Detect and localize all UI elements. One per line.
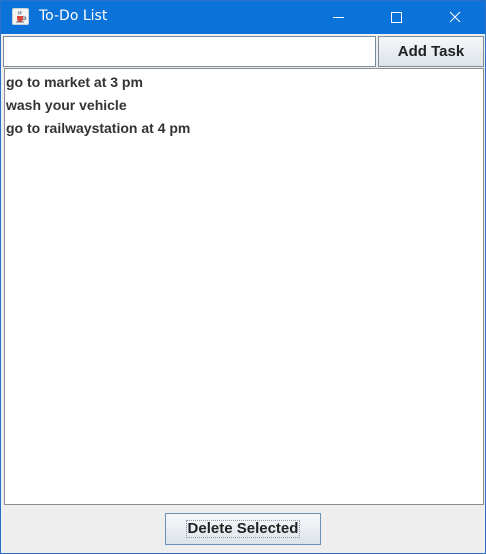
close-icon: [449, 11, 461, 23]
task-item[interactable]: go to railwaystation at 4 pm: [5, 117, 483, 140]
window-title: To-Do List: [39, 8, 108, 24]
close-button[interactable]: [427, 1, 485, 34]
task-list[interactable]: go to market at 3 pm wash your vehicle g…: [4, 68, 484, 505]
minimize-icon: [333, 17, 344, 18]
java-cup-icon: [12, 8, 29, 25]
task-item[interactable]: go to market at 3 pm: [5, 71, 483, 94]
task-input[interactable]: [3, 36, 376, 67]
maximize-button[interactable]: [367, 1, 425, 34]
delete-selected-button[interactable]: Delete Selected: [165, 513, 321, 545]
task-item[interactable]: wash your vehicle: [5, 94, 483, 117]
app-window: To-Do List Add Task go to market at 3 pm…: [0, 0, 486, 554]
maximize-icon: [391, 12, 402, 23]
delete-selected-label: Delete Selected: [186, 520, 300, 538]
minimize-button[interactable]: [309, 1, 367, 34]
title-bar[interactable]: To-Do List: [1, 1, 485, 34]
add-task-button[interactable]: Add Task: [378, 36, 484, 67]
bottom-panel: Delete Selected: [1, 505, 485, 553]
